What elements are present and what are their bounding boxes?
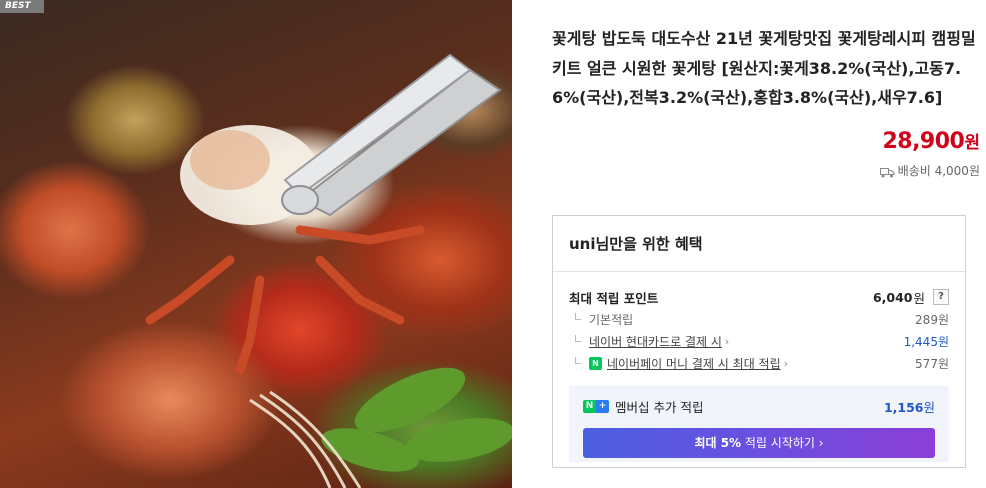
membership-box: N + 멤버십 추가 적립 1,156원 최대 5% 적립 시작하기 › (569, 386, 949, 462)
benefit-panel: uni님만을 위한 혜택 최대 적립 포인트 6,040 원 ? 기본적립 289… (552, 215, 966, 468)
points-row-npay: N 네이버페이 머니 결제 시 최대 적립 › 577원 (569, 352, 949, 374)
tree-branch-icon (575, 313, 581, 320)
product-info: 꽃게탕 밥도둑 대도수산 21년 꽃게탕맛집 꽃게탕레시피 캠핑밀키트 얼큰 시… (552, 24, 982, 113)
points-row-value: 577원 (915, 356, 949, 371)
points-row-value: 289원 (915, 312, 949, 327)
membership-value: 1,156 (883, 399, 924, 415)
product-image[interactable]: BEST (0, 0, 512, 488)
tree-branch-icon (575, 335, 581, 342)
benefit-header: uni님만을 위한 혜택 (553, 216, 965, 272)
tree-branch-icon (575, 357, 581, 364)
max-points-label: 최대 적립 포인트 (569, 290, 659, 306)
start-membership-button[interactable]: 최대 5% 적립 시작하기 › (583, 428, 935, 458)
cta-rest-text: 적립 시작하기 › (741, 436, 824, 450)
max-points-value: 6,040 (872, 289, 913, 305)
points-row-label: 기본적립 (589, 312, 634, 327)
tongs-illustration (145, 53, 512, 488)
naver-plus-icon: N + (583, 399, 609, 413)
max-points-unit: 원 (913, 290, 925, 306)
chevron-right-icon[interactable]: › (725, 335, 729, 348)
max-points-value-group: 6,040 원 ? (873, 288, 949, 307)
npay-icon: N (589, 356, 602, 370)
points-row-card: 네이버 현대카드로 결제 시 › 1,445원 (569, 330, 949, 352)
truck-icon (879, 167, 895, 181)
chevron-right-icon[interactable]: › (784, 357, 788, 370)
points-row-basic: 기본적립 289원 (569, 308, 949, 330)
question-icon[interactable]: ? (933, 289, 949, 305)
shipping-fee: 배송비 4,000원 (897, 164, 980, 178)
price-row: 28,900원 (882, 128, 980, 154)
points-section: 최대 적립 포인트 6,040 원 ? 기본적립 289원 네이버 현대카드로 결… (553, 272, 965, 374)
membership-unit: 원 (923, 399, 935, 415)
points-row-value: 1,445원 (903, 334, 949, 349)
cta-strong-text: 최대 5% (694, 436, 742, 450)
membership-label: 멤버십 추가 적립 (615, 399, 704, 415)
best-badge: BEST (0, 0, 44, 13)
product-price: 28,900 (882, 129, 965, 154)
npay-money-link[interactable]: 네이버페이 머니 결제 시 최대 적립 (607, 355, 781, 372)
membership-row: N + 멤버십 추가 적립 1,156원 (583, 397, 935, 415)
shipping-row: 배송비 4,000원 (879, 162, 980, 181)
product-title: 꽃게탕 밥도둑 대도수산 21년 꽃게탕맛집 꽃게탕레시피 캠핑밀키트 얼큰 시… (552, 29, 976, 107)
hyundai-card-link[interactable]: 네이버 현대카드로 결제 시 (589, 333, 722, 350)
price-unit: 원 (964, 133, 980, 153)
max-points-row: 최대 적립 포인트 6,040 원 ? (569, 286, 949, 308)
membership-value-group: 1,156원 (884, 397, 935, 416)
